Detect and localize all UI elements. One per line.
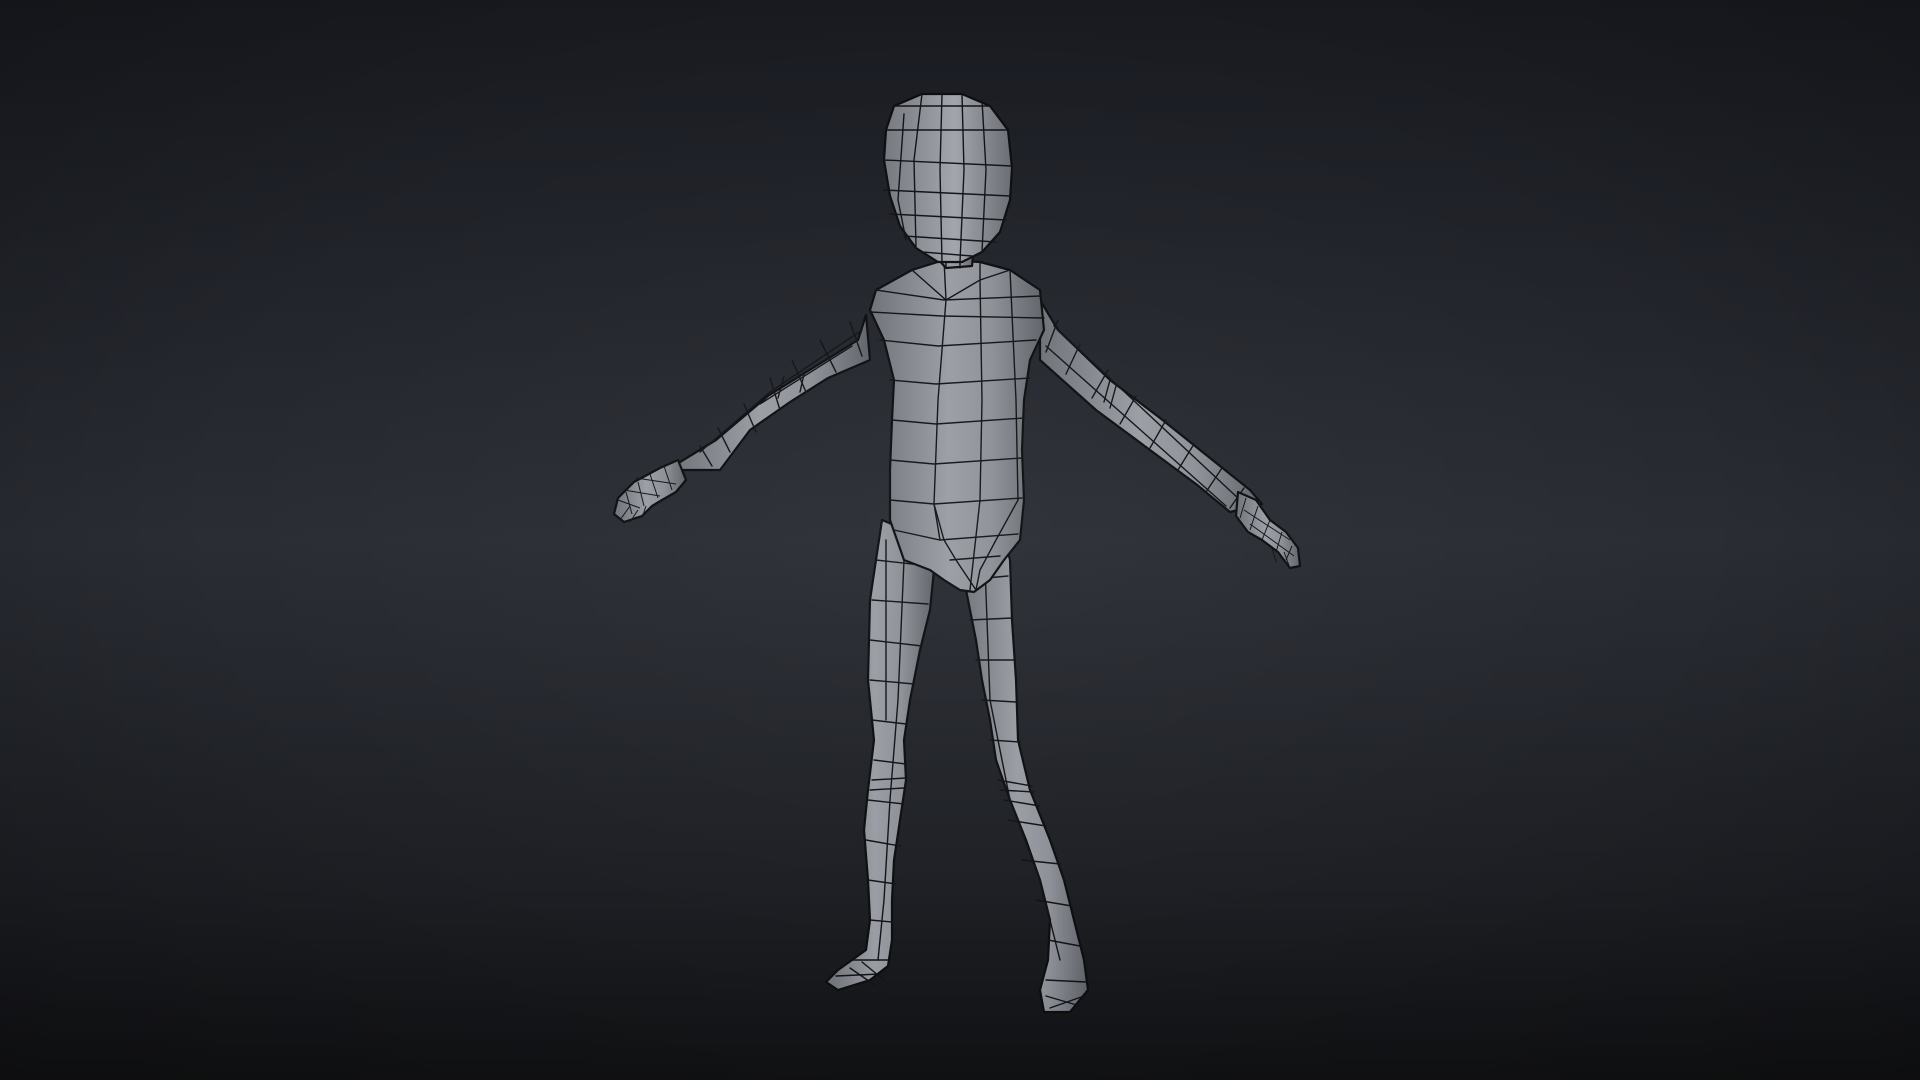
right-hand — [1234, 490, 1302, 570]
head — [882, 92, 1014, 264]
wireframe-character-model[interactable] — [0, 0, 1920, 1080]
left-leg — [824, 518, 936, 992]
left-hand — [612, 458, 688, 524]
right-leg — [958, 518, 1090, 1014]
3d-viewport[interactable] — [0, 0, 1920, 1080]
right-arm — [1038, 298, 1264, 514]
left-arm — [670, 313, 872, 472]
